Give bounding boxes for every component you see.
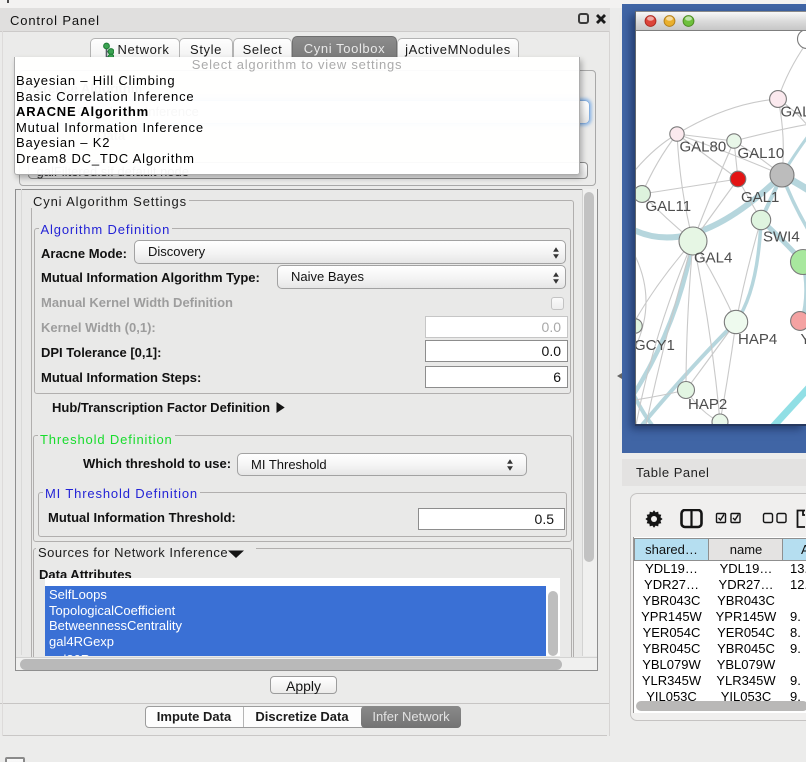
svg-text:HAP2: HAP2 xyxy=(688,396,727,413)
svg-text:HAP4: HAP4 xyxy=(738,331,777,348)
svg-text:GAL1: GAL1 xyxy=(741,189,779,206)
svg-text:GAL10: GAL10 xyxy=(738,145,785,162)
svg-text:Y: Y xyxy=(801,331,806,348)
svg-text:GAL11: GAL11 xyxy=(646,198,692,215)
svg-text:SWI4: SWI4 xyxy=(763,229,800,246)
svg-text:GAL80: GAL80 xyxy=(680,139,727,156)
svg-text:GCY1: GCY1 xyxy=(636,337,675,354)
svg-text:GAL4: GAL4 xyxy=(694,250,732,267)
svg-text:GAL7: GAL7 xyxy=(781,104,806,121)
